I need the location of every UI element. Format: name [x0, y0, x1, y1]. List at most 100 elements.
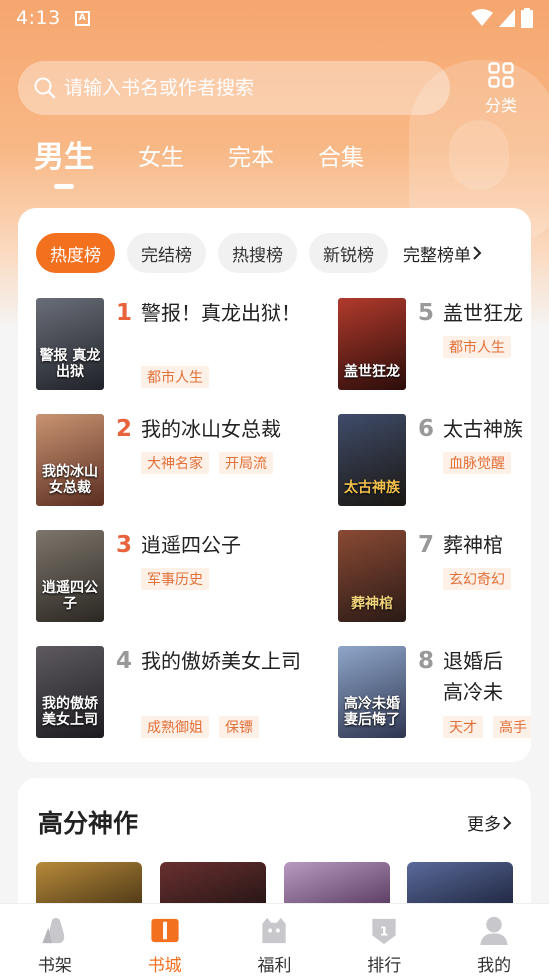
tag-list: 血脉觉醒	[443, 452, 521, 474]
book-cover[interactable]: 我的冰山女总裁	[36, 414, 104, 506]
book-cover[interactable]: 太古神族	[338, 414, 406, 506]
book-cover[interactable]: 高冷未婚妻后悔了	[338, 646, 406, 738]
rank-item-7[interactable]: 葬神棺 7 葬神棺 玄幻奇幻	[338, 530, 531, 630]
tag-list: 成熟御姐 保镖	[141, 716, 269, 738]
full-list-label: 完整榜单	[403, 245, 471, 266]
profile-icon	[480, 916, 508, 946]
book-title: 警报！真龙出狱！	[141, 301, 301, 325]
book-title: 我的傲娇美女上司	[141, 649, 301, 673]
tag-list: 大神名家 开局流	[141, 452, 283, 474]
book-tag: 保镖	[219, 716, 259, 738]
rank-number: 6	[418, 416, 435, 442]
rank-item-5[interactable]: 盖世狂龙 5 盖世狂龙 都市人生	[338, 298, 531, 398]
book-tag: 血脉觉醒	[443, 452, 511, 474]
rank-item-4[interactable]: 我的傲娇美女上司 4 我的傲娇美女上司 成熟御姐 保镖	[36, 646, 336, 746]
ranking-card: 热度榜 完结榜 热搜榜 新锐榜 完整榜单 警报 真龙出狱 1 警报！真龙出狱！ …	[18, 208, 531, 762]
rank-number: 2	[116, 416, 133, 442]
bookshelf-icon	[42, 917, 65, 944]
book-tag: 成熟御姐	[141, 716, 209, 738]
mascot-decoration-small	[449, 120, 509, 190]
nav-label: 福利	[257, 956, 292, 976]
tab-female[interactable]: 女生	[138, 138, 184, 198]
nav-profile[interactable]: 我的	[439, 904, 549, 976]
book-tag: 天才	[443, 716, 483, 738]
rank-item-3[interactable]: 逍遥四公子 3 逍遥四公子 军事历史	[36, 530, 336, 630]
svg-text:1: 1	[380, 923, 389, 938]
section-title: 高分神作	[38, 809, 139, 838]
book-cover[interactable]: 我的傲娇美女上司	[36, 646, 104, 738]
battery-icon	[521, 8, 533, 28]
book-tag: 高手	[493, 716, 531, 738]
book-cover[interactable]: 盖世狂龙	[338, 298, 406, 390]
chip-new[interactable]: 新锐榜	[309, 233, 388, 273]
chip-hot[interactable]: 热度榜	[36, 233, 115, 273]
full-list-link[interactable]: 完整榜单	[403, 241, 483, 266]
chip-completed[interactable]: 完结榜	[127, 233, 206, 273]
search-icon	[34, 77, 56, 99]
book-title: 退婚后高冷未婚妻后悔了	[443, 649, 503, 704]
nav-welfare[interactable]: 福利	[220, 904, 330, 976]
book-tag: 玄幻奇幻	[443, 568, 511, 590]
bookstore-icon	[151, 918, 179, 943]
book-title: 逍遥四公子	[141, 533, 241, 557]
nav-label: 我的	[477, 956, 512, 976]
tag-list: 玄幻奇幻	[443, 568, 521, 590]
nav-label: 书架	[37, 956, 72, 976]
gift-icon	[262, 917, 287, 944]
book-tag: 都市人生	[443, 336, 511, 358]
rank-number: 8	[418, 648, 435, 674]
cover-text: 警报 真龙出狱	[39, 348, 101, 380]
cover-text: 太古神族	[344, 480, 400, 496]
rank-number: 3	[116, 532, 133, 558]
search-bar[interactable]	[18, 61, 450, 115]
grid-icon	[488, 62, 514, 88]
cover-text: 逍遥四公子	[42, 580, 98, 612]
tag-list: 天才 高手	[443, 716, 531, 738]
tab-completed[interactable]: 完本	[228, 138, 274, 198]
rank-item-6[interactable]: 太古神族 6 太古神族 血脉觉醒	[338, 414, 531, 514]
book-cover[interactable]: 警报 真龙出狱	[36, 298, 104, 390]
category-button[interactable]: 分类	[480, 62, 522, 116]
book-title: 葬神棺	[443, 533, 503, 557]
book-tag: 开局流	[219, 452, 273, 474]
cover-text: 高冷未婚妻后悔了	[344, 696, 400, 728]
category-label: 分类	[484, 96, 517, 115]
book-tag: 都市人生	[141, 366, 209, 388]
nav-label: 排行	[367, 956, 402, 976]
rank-number: 1	[116, 300, 133, 326]
cover-text: 我的傲娇美女上司	[42, 696, 98, 728]
book-tag: 军事历史	[141, 568, 209, 590]
cover-text: 我的冰山女总裁	[42, 464, 98, 496]
more-label: 更多	[467, 815, 501, 835]
rank-item-8[interactable]: 高冷未婚妻后悔了 8 退婚后高冷未婚妻后悔了 天才 高手	[338, 646, 531, 746]
search-input[interactable]	[64, 77, 424, 99]
tag-list: 军事历史	[141, 568, 219, 590]
notification-a-icon: A	[74, 10, 90, 26]
signal-icon	[499, 9, 515, 27]
book-title: 我的冰山女总裁	[141, 417, 281, 441]
ranking-chips: 热度榜 完结榜 热搜榜 新锐榜 完整榜单	[36, 233, 483, 273]
nav-ranking[interactable]: 1 排行	[329, 904, 439, 976]
status-icons	[471, 8, 533, 28]
tag-list: 都市人生	[443, 336, 521, 358]
rank-item-2[interactable]: 我的冰山女总裁 2 我的冰山女总裁 大神名家 开局流	[36, 414, 336, 514]
status-time: 4:13	[16, 7, 61, 29]
book-title: 盖世狂龙	[443, 301, 523, 325]
nav-bookshelf[interactable]: 书架	[0, 904, 110, 976]
wifi-icon	[471, 9, 493, 26]
rank-item-1[interactable]: 警报 真龙出狱 1 警报！真龙出狱！ 都市人生	[36, 298, 336, 398]
tag-list: 都市人生	[141, 366, 219, 388]
chip-search[interactable]: 热搜榜	[218, 233, 297, 273]
cover-text: 盖世狂龙	[344, 364, 400, 380]
tab-collection[interactable]: 合集	[318, 138, 364, 198]
book-cover[interactable]: 葬神棺	[338, 530, 406, 622]
tab-male[interactable]: 男生	[34, 138, 94, 198]
book-cover[interactable]: 逍遥四公子	[36, 530, 104, 622]
rank-number: 5	[418, 300, 435, 326]
nav-bookstore[interactable]: 书城	[110, 904, 220, 976]
more-link[interactable]: 更多	[467, 810, 513, 835]
book-tag: 大神名家	[141, 452, 209, 474]
gender-tabs: 男生 女生 完本 合集	[34, 138, 408, 198]
chevron-right-icon	[503, 815, 512, 830]
book-title: 太古神族	[443, 417, 523, 441]
